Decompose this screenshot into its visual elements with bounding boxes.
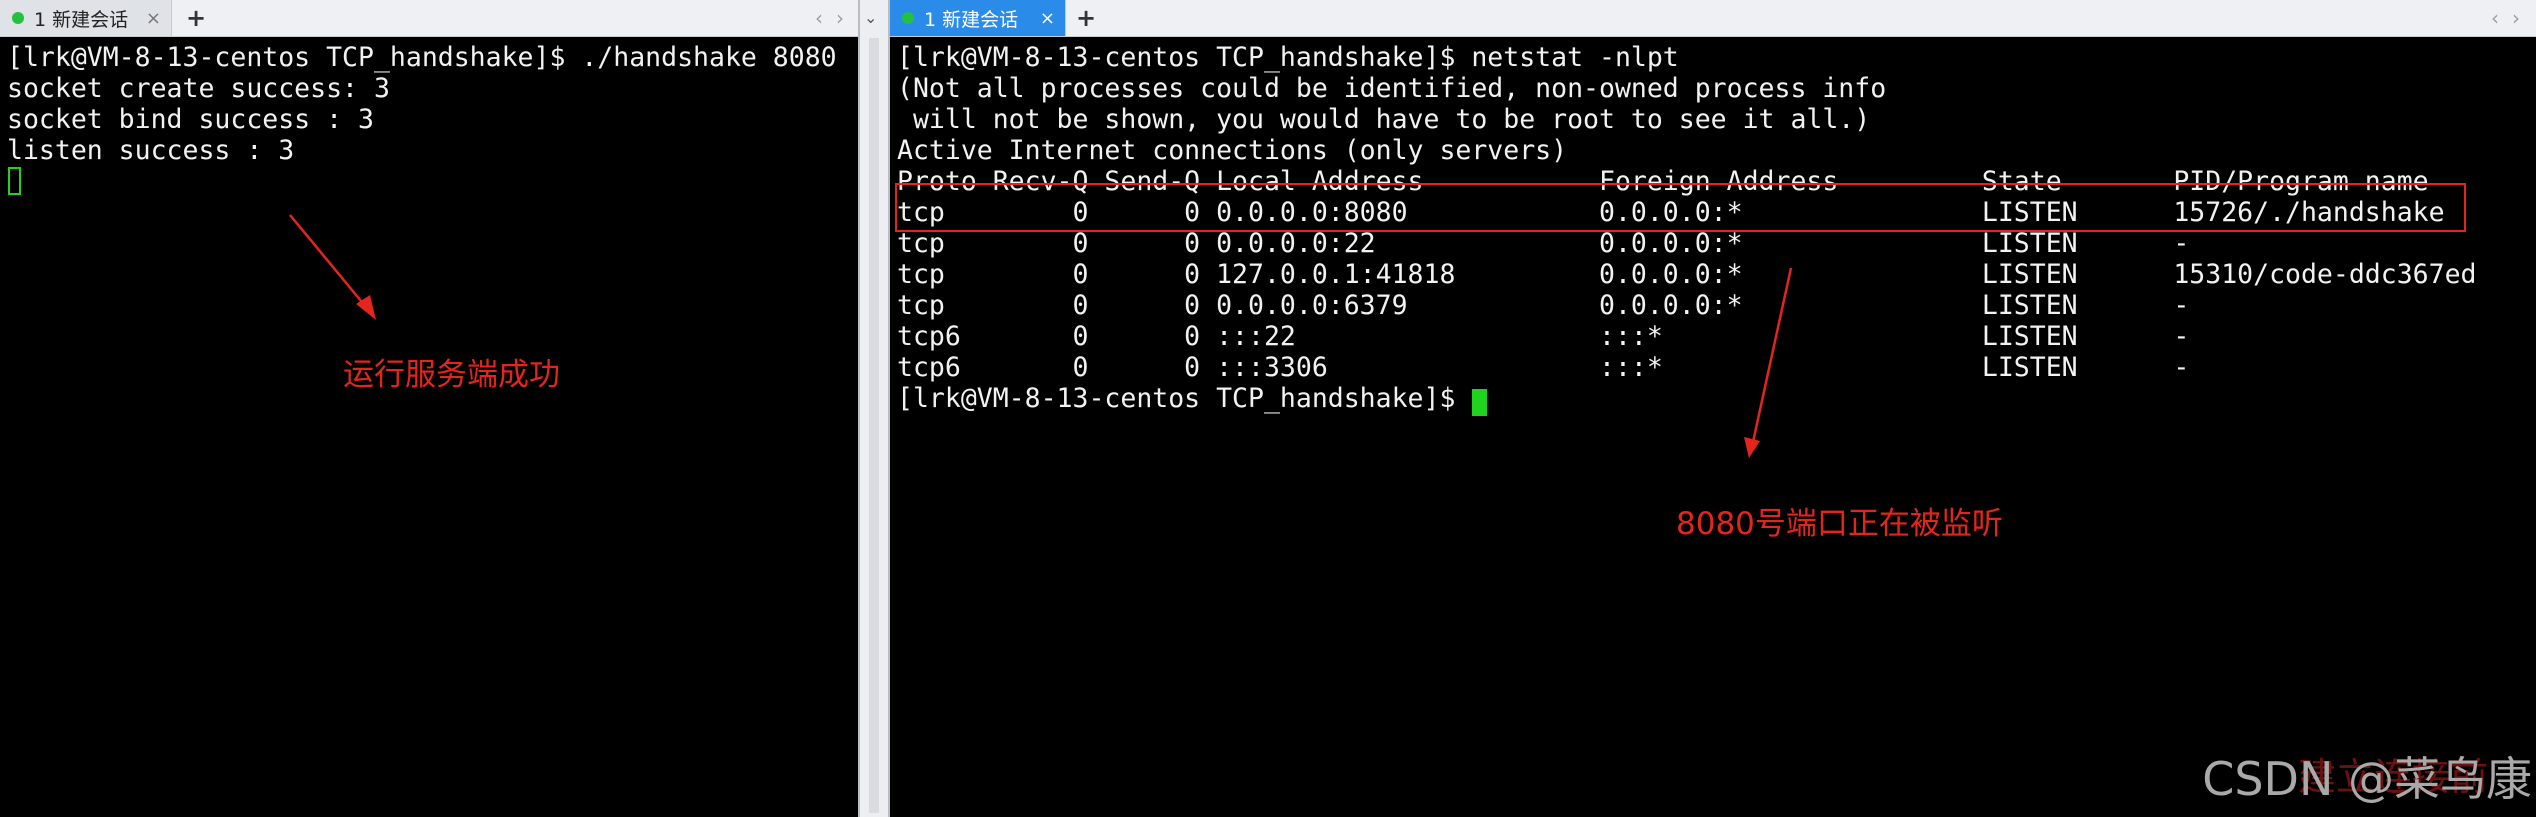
terminal-cursor: [1472, 389, 1487, 416]
watermark: CSDN @菜鸟康: [2202, 752, 2532, 806]
scroll-tabs-right-icon[interactable]: ›: [2512, 2, 2520, 34]
annotation-server-success: 运行服务端成功: [343, 357, 560, 393]
connection-status-icon: [12, 12, 24, 24]
scroll-tabs-left-icon[interactable]: ‹: [2491, 2, 2499, 34]
right-terminal-pane[interactable]: 1 新建会话 × + ‹ › [lrk@VM-8-13-centos TCP_h…: [890, 0, 2536, 817]
connection-status-icon: [902, 12, 914, 24]
tab-menu-icon[interactable]: ⌄: [864, 2, 877, 34]
close-tab-icon[interactable]: ×: [1040, 8, 1055, 29]
pane-splitter[interactable]: ⌄: [858, 0, 890, 817]
tab-right-session[interactable]: 1 新建会话 ×: [890, 0, 1066, 36]
highlight-box-8080: [895, 183, 2466, 232]
scroll-tabs-left-icon[interactable]: ‹: [815, 2, 823, 34]
left-tab-bar: 1 新建会话 × + ‹ ›: [0, 0, 858, 37]
terminal-cursor: [8, 167, 21, 195]
left-terminal-output[interactable]: [lrk@VM-8-13-centos TCP_handshake]$ ./ha…: [7, 42, 837, 166]
new-tab-icon[interactable]: +: [1076, 2, 1096, 34]
splitter-handle[interactable]: [869, 38, 879, 813]
scroll-tabs-right-icon[interactable]: ›: [836, 2, 844, 34]
tab-left-session[interactable]: 1 新建会话 ×: [0, 0, 172, 36]
left-terminal-pane[interactable]: 1 新建会话 × + ‹ › [lrk@VM-8-13-centos TCP_h…: [0, 0, 858, 817]
tab-label: 1 新建会话: [924, 8, 1019, 31]
new-tab-icon[interactable]: +: [186, 2, 206, 34]
annotation-port-listening: 8080号端口正在被监听: [1676, 506, 2003, 542]
tab-label: 1 新建会话: [34, 8, 129, 31]
right-tab-bar: 1 新建会话 × + ‹ ›: [890, 0, 2536, 37]
close-tab-icon[interactable]: ×: [146, 8, 161, 29]
